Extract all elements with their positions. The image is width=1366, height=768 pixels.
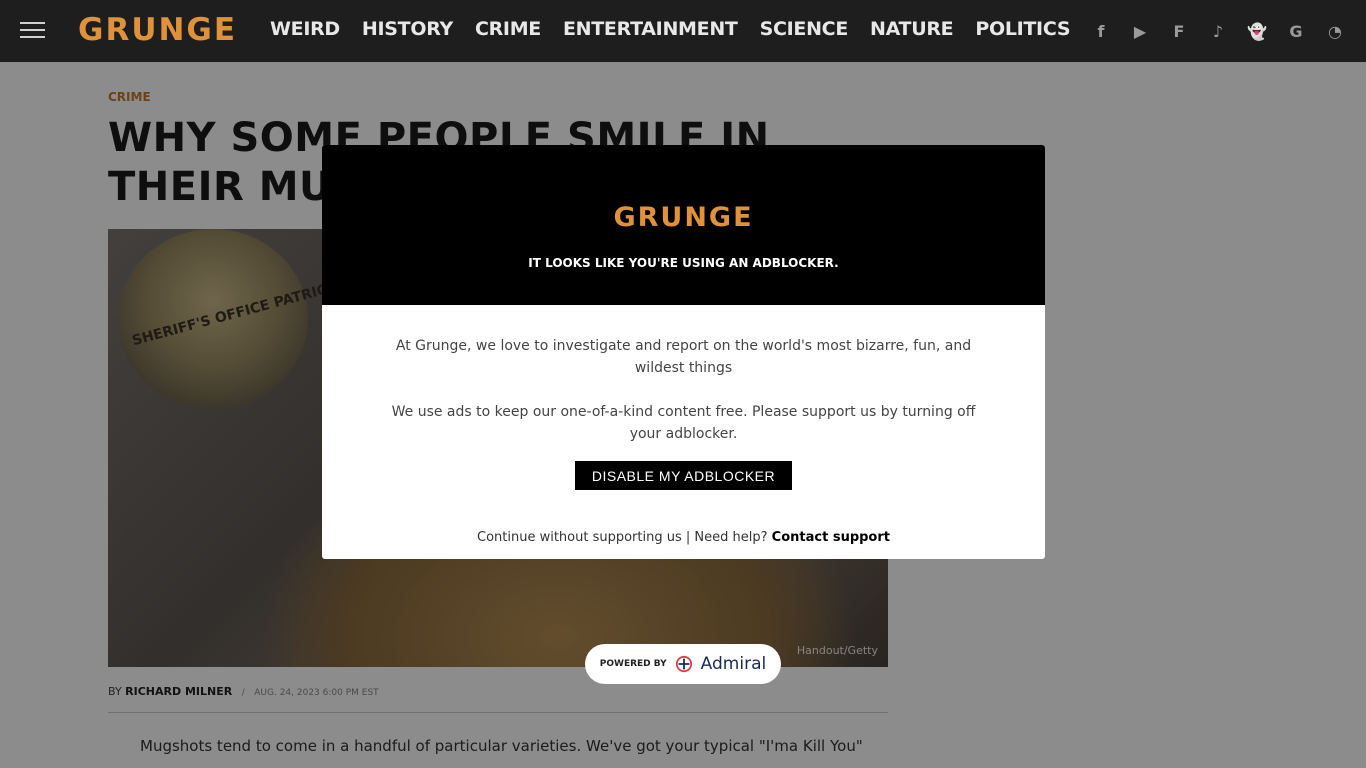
nav-weird[interactable]: WEIRD xyxy=(270,18,340,40)
social-links: f ▶ F ♪ 👻 G ◔ xyxy=(1090,20,1346,42)
powered-by-badge[interactable]: POWERED BY Admiral xyxy=(585,644,781,684)
powered-by-label: POWERED BY xyxy=(599,659,667,669)
admiral-logo-icon xyxy=(675,655,692,673)
modal-logo: GRUNGE xyxy=(613,202,754,233)
help-text: Need help? xyxy=(694,530,768,545)
site-logo[interactable]: GRUNGE xyxy=(78,12,237,48)
youtube-icon[interactable]: ▶ xyxy=(1129,20,1151,42)
adblock-modal: GRUNGE IT LOOKS LIKE YOU'RE USING AN ADB… xyxy=(322,145,1045,559)
modal-paragraph-1: At Grunge, we love to investigate and re… xyxy=(395,338,972,376)
modal-header: GRUNGE IT LOOKS LIKE YOU'RE USING AN ADB… xyxy=(322,145,1045,305)
nav-politics[interactable]: POLITICS xyxy=(975,18,1070,40)
modal-footer: Continue without supporting us | Need he… xyxy=(322,530,1045,545)
modal-paragraph-2: We use ads to keep our one-of-a-kind con… xyxy=(391,404,976,442)
rss-icon[interactable]: ◔ xyxy=(1324,20,1346,42)
footer-divider: | xyxy=(685,530,691,545)
modal-headline: IT LOOKS LIKE YOU'RE USING AN ADBLOCKER. xyxy=(528,256,839,270)
disable-adblocker-button[interactable]: DISABLE MY ADBLOCKER xyxy=(575,461,792,490)
continue-without-support-link[interactable]: Continue without supporting us xyxy=(477,530,682,545)
main-nav: WEIRD HISTORY CRIME ENTERTAINMENT SCIENC… xyxy=(270,18,1092,40)
admiral-brand: Admiral xyxy=(700,654,767,674)
site-header: GRUNGE WEIRD HISTORY CRIME ENTERTAINMENT… xyxy=(0,0,1366,62)
nav-crime[interactable]: CRIME xyxy=(475,18,541,40)
nav-entertainment[interactable]: ENTERTAINMENT xyxy=(563,18,738,40)
facebook-icon[interactable]: f xyxy=(1090,20,1112,42)
tiktok-icon[interactable]: ♪ xyxy=(1207,20,1229,42)
nav-history[interactable]: HISTORY xyxy=(362,18,453,40)
snapchat-icon[interactable]: 👻 xyxy=(1246,20,1268,42)
google-news-icon[interactable]: G xyxy=(1285,20,1307,42)
nav-nature[interactable]: NATURE xyxy=(870,18,954,40)
menu-icon[interactable] xyxy=(20,22,45,40)
nav-science[interactable]: SCIENCE xyxy=(760,18,849,40)
contact-support-link[interactable]: Contact support xyxy=(772,530,890,545)
flipboard-icon[interactable]: F xyxy=(1168,20,1190,42)
